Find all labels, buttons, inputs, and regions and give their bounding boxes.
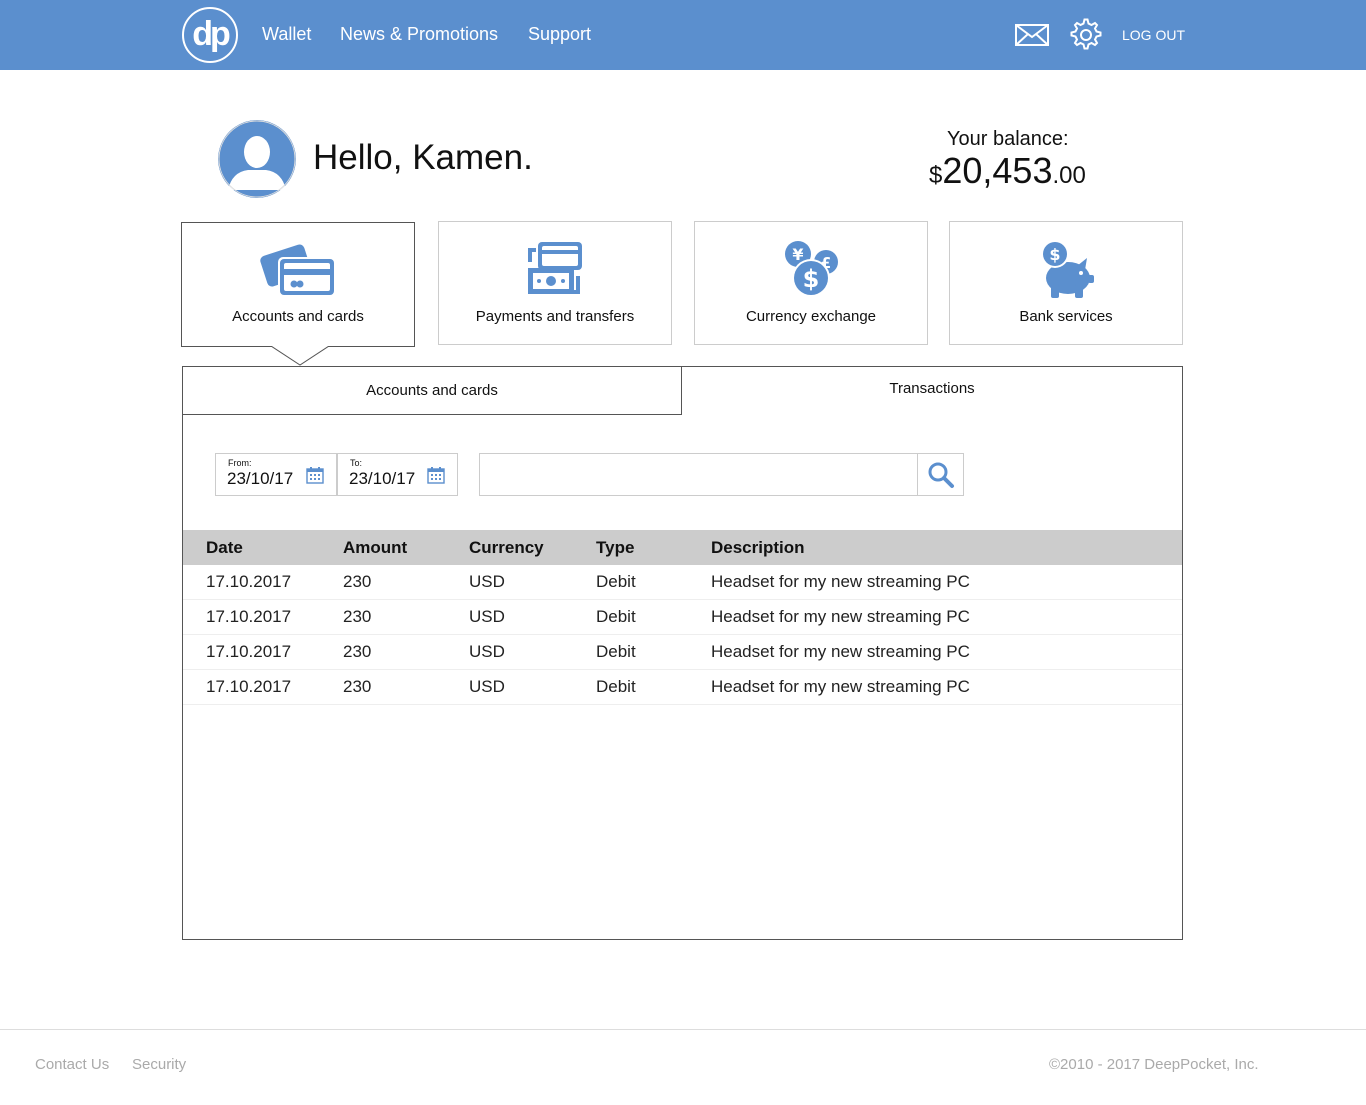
cell-description: Headset for my new streaming PC xyxy=(711,572,970,591)
payments-icon xyxy=(439,238,671,300)
cell-type: Debit xyxy=(596,642,636,661)
search-icon xyxy=(928,462,954,488)
cell-amount: 230 xyxy=(343,607,372,626)
tile-label: Payments and transfers xyxy=(475,308,635,325)
cell-type: Debit xyxy=(596,677,636,696)
nav-support[interactable]: Support xyxy=(528,24,591,45)
svg-text:$: $ xyxy=(1049,245,1060,264)
cell-type: Debit xyxy=(596,572,636,591)
active-tile-pointer xyxy=(271,346,329,366)
transactions-panel: Accounts and cards Transactions From: To… xyxy=(182,366,1183,940)
tile-label: Bank services xyxy=(1019,308,1113,325)
footer-divider xyxy=(0,1029,1366,1030)
tile-bank-services[interactable]: $ Bank services xyxy=(949,221,1183,345)
mail-icon[interactable] xyxy=(1015,24,1049,50)
piggy-bank-icon: $ xyxy=(950,238,1182,300)
cell-amount: 230 xyxy=(343,642,372,661)
cell-date: 17.10.2017 xyxy=(206,677,292,696)
tile-label: Accounts and cards xyxy=(232,308,364,325)
column-header-description[interactable]: Description xyxy=(711,530,805,565)
user-avatar-icon[interactable] xyxy=(218,120,296,198)
tab-accounts-and-cards[interactable]: Accounts and cards xyxy=(183,367,682,415)
column-header-date[interactable]: Date xyxy=(206,530,243,565)
cell-description: Headset for my new streaming PC xyxy=(711,677,970,696)
table-row[interactable]: 17.10.2017 230 USD Debit Headset for my … xyxy=(183,635,1182,670)
table-header: Date Amount Currency Type Description xyxy=(183,530,1182,565)
column-header-amount[interactable]: Amount xyxy=(343,530,407,565)
column-header-currency[interactable]: Currency xyxy=(469,530,544,565)
cell-amount: 230 xyxy=(343,677,372,696)
cell-date: 17.10.2017 xyxy=(206,642,292,661)
copyright-text: ©2010 - 2017 DeepPocket, Inc. xyxy=(1049,1056,1259,1073)
date-from-field: From: xyxy=(215,453,337,496)
calendar-icon[interactable] xyxy=(427,466,445,488)
column-header-type[interactable]: Type xyxy=(596,530,634,565)
svg-text:$: $ xyxy=(803,265,820,293)
cell-currency: USD xyxy=(469,572,505,591)
date-from-input[interactable] xyxy=(227,469,307,489)
calendar-icon[interactable] xyxy=(306,466,324,488)
date-from-label: From: xyxy=(228,458,252,468)
date-to-input[interactable] xyxy=(349,469,429,489)
search-field xyxy=(479,453,964,496)
table-row[interactable]: 17.10.2017 230 USD Debit Headset for my … xyxy=(183,565,1182,600)
date-to-field: To: xyxy=(337,453,458,496)
cell-currency: USD xyxy=(469,677,505,696)
table-row[interactable]: 17.10.2017 230 USD Debit Headset for my … xyxy=(183,670,1182,705)
cell-currency: USD xyxy=(469,642,505,661)
logout-button[interactable]: LOG OUT xyxy=(1122,27,1185,43)
tile-payments-and-transfers[interactable]: Payments and transfers xyxy=(438,221,672,345)
search-input[interactable] xyxy=(490,464,910,482)
cell-description: Headset for my new streaming PC xyxy=(711,642,970,661)
tile-currency-exchange[interactable]: ¥ £ $ Currency exchange xyxy=(694,221,928,345)
footer-link-security[interactable]: Security xyxy=(132,1056,186,1073)
svg-text:¥: ¥ xyxy=(792,245,803,264)
cell-amount: 230 xyxy=(343,572,372,591)
nav-wallet[interactable]: Wallet xyxy=(262,24,311,45)
footer-link-contact-us[interactable]: Contact Us xyxy=(35,1056,109,1073)
balance-value: $20,453.00 xyxy=(929,150,1086,192)
balance-currency: $ xyxy=(929,162,943,189)
cell-type: Debit xyxy=(596,607,636,626)
cell-currency: USD xyxy=(469,607,505,626)
date-to-label: To: xyxy=(350,458,363,468)
logo[interactable]: dp xyxy=(182,7,238,63)
cards-icon xyxy=(182,239,414,301)
cell-date: 17.10.2017 xyxy=(206,607,292,626)
top-navigation-bar: dp Wallet News & Promotions Support LOG … xyxy=(0,0,1366,70)
greeting-text: Hello, Kamen. xyxy=(313,138,533,177)
tile-accounts-and-cards[interactable]: Accounts and cards xyxy=(181,222,415,347)
balance-integer: 20,453 xyxy=(942,150,1053,191)
balance-label: Your balance: xyxy=(947,128,1069,150)
search-button[interactable] xyxy=(917,454,963,495)
cell-date: 17.10.2017 xyxy=(206,572,292,591)
tab-transactions[interactable]: Transactions xyxy=(682,367,1182,415)
gear-icon[interactable] xyxy=(1069,18,1103,56)
currency-exchange-icon: ¥ £ $ xyxy=(695,238,927,300)
table-row[interactable]: 17.10.2017 230 USD Debit Headset for my … xyxy=(183,600,1182,635)
tile-label: Currency exchange xyxy=(745,308,877,325)
cell-description: Headset for my new streaming PC xyxy=(711,607,970,626)
balance-decimal: .00 xyxy=(1052,162,1086,189)
nav-news-promotions[interactable]: News & Promotions xyxy=(340,24,498,45)
transactions-table-body: 17.10.2017 230 USD Debit Headset for my … xyxy=(183,565,1182,705)
